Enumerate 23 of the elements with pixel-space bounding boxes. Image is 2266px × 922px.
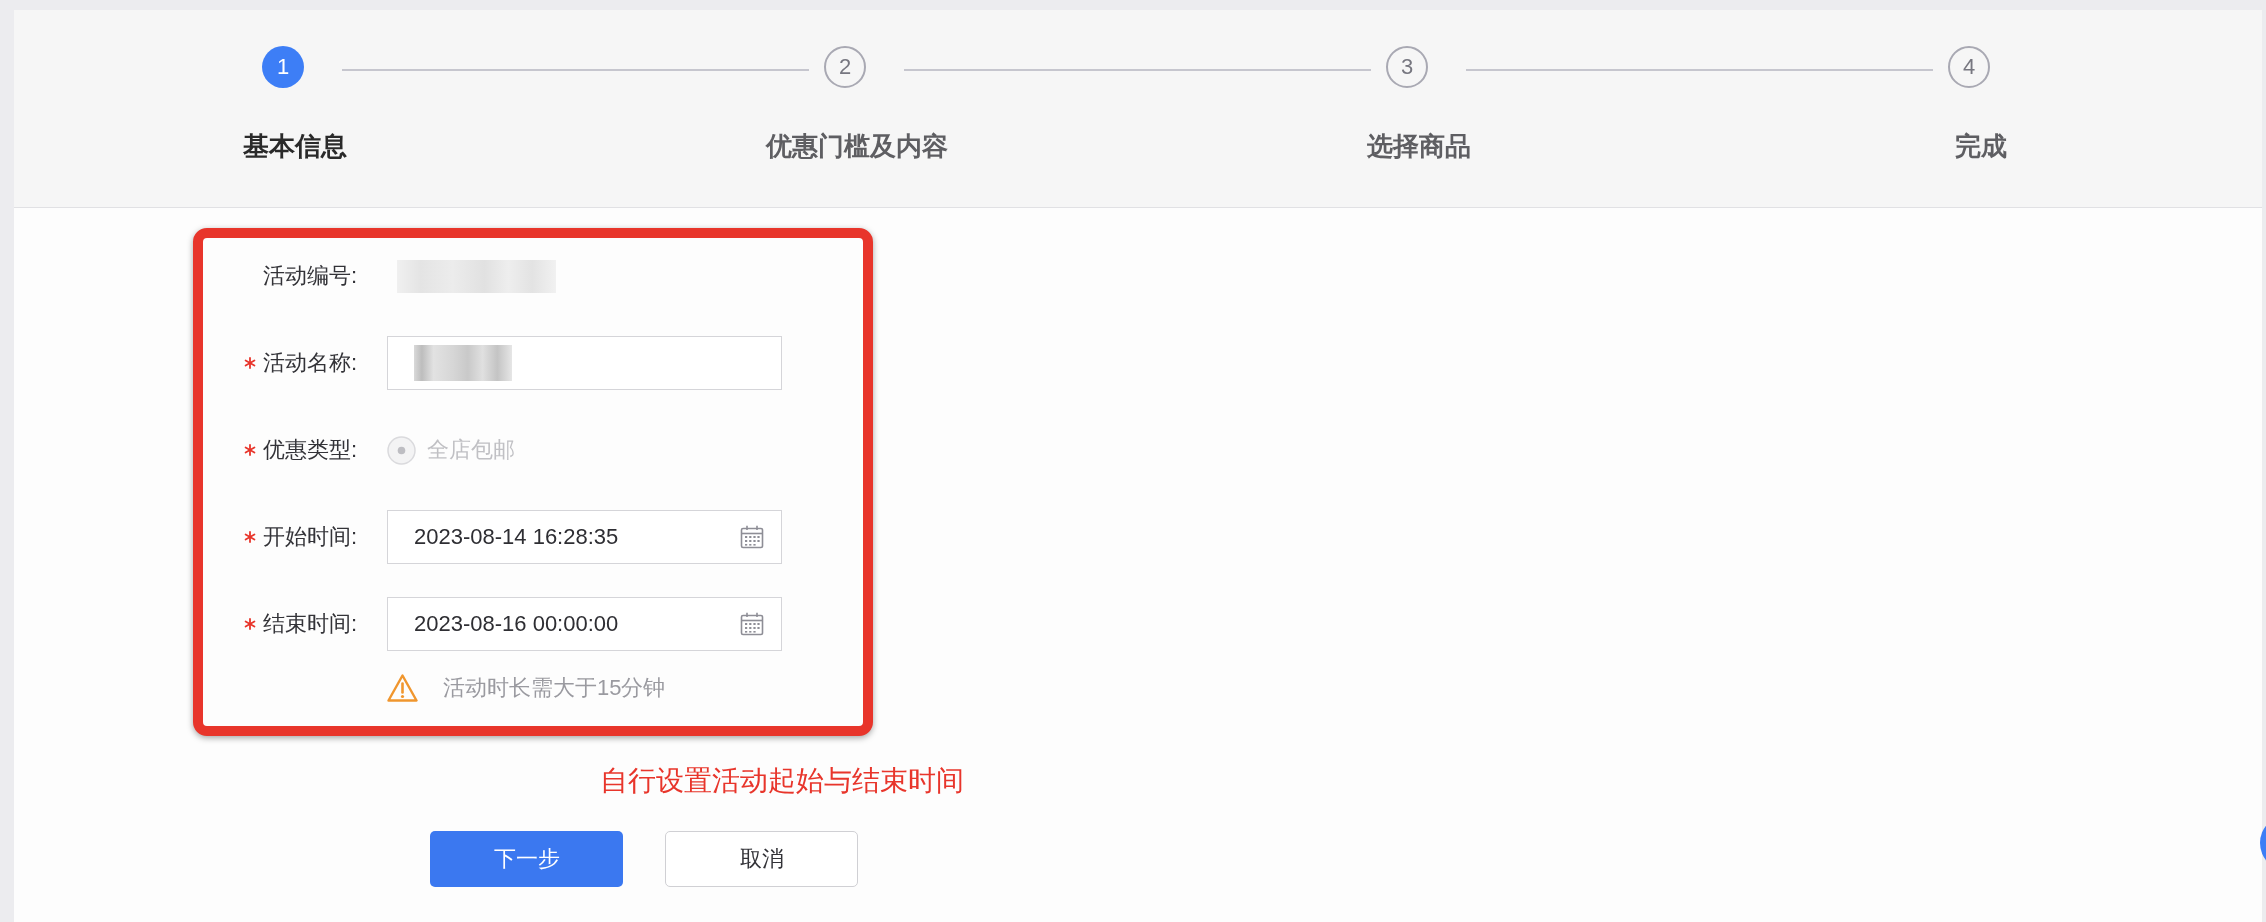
field-label: 活动编号: [262, 262, 357, 290]
cancel-button[interactable]: 取消 [665, 831, 858, 887]
field-label: 结束时间: [262, 610, 357, 638]
next-button[interactable]: 下一步 [430, 831, 623, 887]
warning-text: 活动时长需大于15分钟 [443, 674, 666, 702]
step-label: 基本信息 [243, 130, 347, 163]
step-label: 优惠门槛及内容 [766, 130, 948, 163]
step-number: 3 [1386, 46, 1428, 88]
datetime-input[interactable]: 2023-08-16 00:00:00 [387, 597, 782, 651]
step-number: 2 [824, 46, 866, 88]
field-label: 优惠类型: [262, 436, 357, 464]
field-label: 活动名称: [262, 349, 357, 377]
step-number: 4 [1948, 46, 1990, 88]
calendar-icon [740, 525, 764, 549]
datetime-input[interactable]: 2023-08-14 16:28:35 [387, 510, 782, 564]
calendar-icon [740, 612, 764, 636]
field-label: 开始时间: [262, 523, 357, 551]
step-label: 完成 [1955, 130, 2007, 163]
step-label: 选择商品 [1367, 130, 1471, 163]
warning-icon [387, 674, 418, 702]
annotation-text: 自行设置活动起始与结束时间 [600, 765, 964, 797]
text-input[interactable] [387, 336, 782, 390]
step-number: 1 [262, 46, 304, 88]
